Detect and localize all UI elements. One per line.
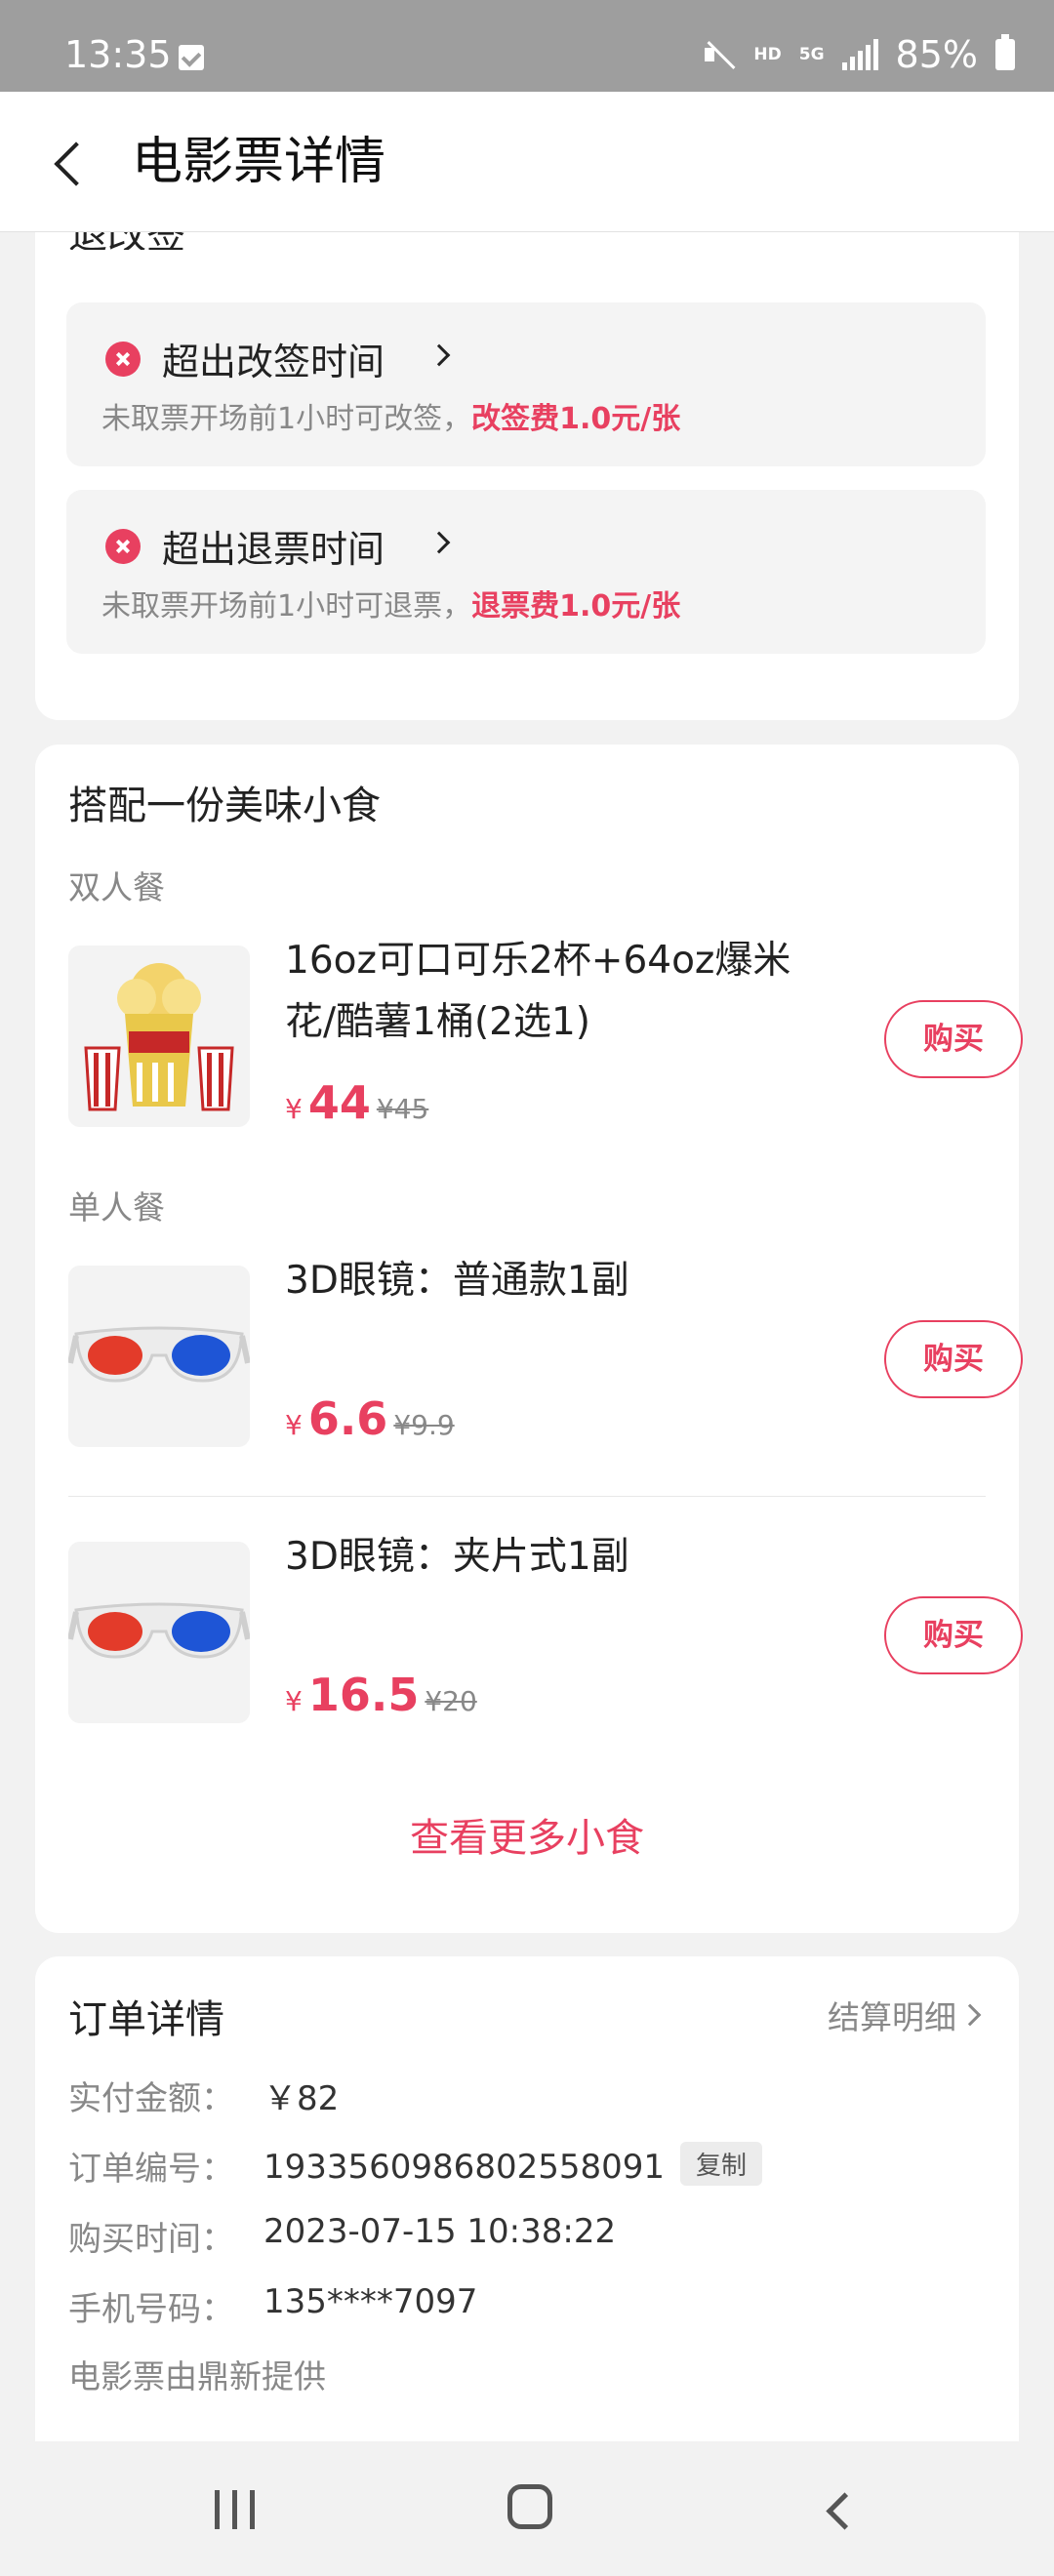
error-icon: [105, 342, 141, 377]
buy-button[interactable]: 购买: [884, 1320, 1023, 1398]
purchase-time-row: 购买时间： 2023-07-15 10:38:22: [68, 2212, 617, 2259]
system-nav-bar: [0, 2441, 1054, 2576]
refund-rule-title: 超出退票时间: [162, 528, 385, 571]
order-details-card: 订单详情 结算明细 实付金额： ￥82 订单编号： 19335609868025…: [35, 1956, 1019, 2442]
popcorn-combo-image: [68, 946, 250, 1127]
snack-item-price: ¥6.6 ¥9.9: [285, 1392, 455, 1445]
home-icon[interactable]: [507, 2484, 552, 2529]
back-arrow-icon[interactable]: [41, 133, 100, 191]
snack-item-name: 3D眼镜：夹片式1副: [285, 1535, 629, 1579]
battery-percent: 85%: [895, 33, 978, 76]
order-details-title: 订单详情: [68, 1997, 224, 2042]
3d-glasses-image: [68, 1542, 250, 1723]
app-header: 电影票详情: [0, 92, 1054, 232]
error-icon: [105, 529, 141, 564]
order-number-value: 193356098680255​8091: [264, 2148, 666, 2187]
refund-section-title-clip: 退改签: [68, 232, 361, 250]
chevron-right-icon: [958, 2003, 982, 2027]
chevron-right-icon: [427, 531, 451, 554]
snack-item-price: ¥16.5 ¥20: [285, 1669, 477, 1721]
order-number-row: 订单编号： 193356098680255​8091 复制: [68, 2142, 763, 2190]
3d-glasses-image: [68, 1266, 250, 1447]
signal-icon: [841, 39, 878, 70]
exchange-rule-title: 超出改签时间: [162, 341, 385, 383]
snacks-card: 搭配一份美味小食 双人餐 16oz可口可乐2杯+64oz爆米花/酷薯1桶(2选1…: [35, 745, 1023, 1933]
exchange-rule[interactable]: 超出改签时间 未取票开场前1小时可改签，改签费1.0元/张: [66, 302, 986, 466]
settlement-details-link[interactable]: 结算明细: [828, 1992, 956, 2038]
buy-button[interactable]: 购买: [884, 1000, 1023, 1078]
system-back-icon[interactable]: [820, 2490, 859, 2529]
snack-item-name: 3D眼镜：普通款1副: [285, 1259, 629, 1303]
snack-item-price: ¥44 ¥45: [285, 1076, 429, 1129]
refund-fee: 退票费1.0元/张: [471, 589, 681, 624]
battery-icon: [995, 34, 1015, 70]
buy-button[interactable]: 购买: [884, 1596, 1023, 1674]
status-time: 13:35: [64, 33, 172, 76]
purchase-time-value: 2023-07-15 10:38:22: [264, 2212, 617, 2251]
refund-card: 超出改签时间 未取票开场前1小时可改签，改签费1.0元/张 超出退票时间 未取票…: [35, 232, 1019, 720]
recent-apps-icon[interactable]: [215, 2490, 258, 2529]
status-bar: 13:35 HD 5G 85%: [0, 0, 1054, 92]
view-more-snacks-link[interactable]: 查看更多小食: [35, 1806, 1019, 1863]
phone-value: 135****7097: [264, 2282, 478, 2321]
copy-button[interactable]: 复制: [680, 2142, 763, 2186]
paid-amount-value: ￥82: [264, 2079, 340, 2118]
snack-item-name: 16oz可口可乐2杯+64oz爆米花/酷薯1桶(2选1): [285, 939, 791, 1044]
exchange-fee: 改签费1.0元/张: [471, 402, 681, 436]
page-title: 电影票详情: [132, 133, 386, 191]
divider: [68, 1496, 986, 1497]
provider-note: 电影票由鼎新提供: [68, 2357, 326, 2395]
mute-icon: [703, 38, 736, 71]
chevron-right-icon: [427, 343, 451, 367]
checkbox-notification-icon: [179, 45, 204, 70]
network-hd-label: HD: [753, 45, 782, 64]
refund-rule-desc: 未取票开场前1小时可退票，退票费1.0元/张: [101, 589, 681, 624]
status-icons: HD 5G 85%: [703, 33, 1015, 76]
snacks-title: 搭配一份美味小食: [68, 784, 381, 828]
original-price: ¥20: [425, 1685, 477, 1717]
snack-item[interactable]: 16oz可口可乐2杯+64oz爆米花/酷薯1桶(2选1) ¥44 ¥45 购买: [68, 939, 1023, 1141]
exchange-rule-desc: 未取票开场前1小时可改签，改签费1.0元/张: [101, 402, 681, 436]
original-price: ¥45: [376, 1093, 429, 1125]
phone-row: 手机号码： 135****7097: [68, 2282, 478, 2329]
snack-item[interactable]: 3D眼镜：夹片式1副 ¥16.5 ¥20 购买: [68, 1535, 1023, 1727]
original-price: ¥9.9: [393, 1409, 455, 1441]
refund-rule[interactable]: 超出退票时间 未取票开场前1小时可退票，退票费1.0元/张: [66, 490, 986, 654]
group-single-label: 单人餐: [68, 1188, 165, 1227]
paid-amount-row: 实付金额： ￥82: [68, 2072, 339, 2119]
group-double-label: 双人餐: [68, 868, 165, 906]
snack-item[interactable]: 3D眼镜：普通款1副 ¥6.6 ¥9.9 购买: [68, 1259, 1023, 1451]
refund-section-title: 退改签: [68, 232, 361, 250]
network-5g-label: 5G: [798, 45, 825, 64]
